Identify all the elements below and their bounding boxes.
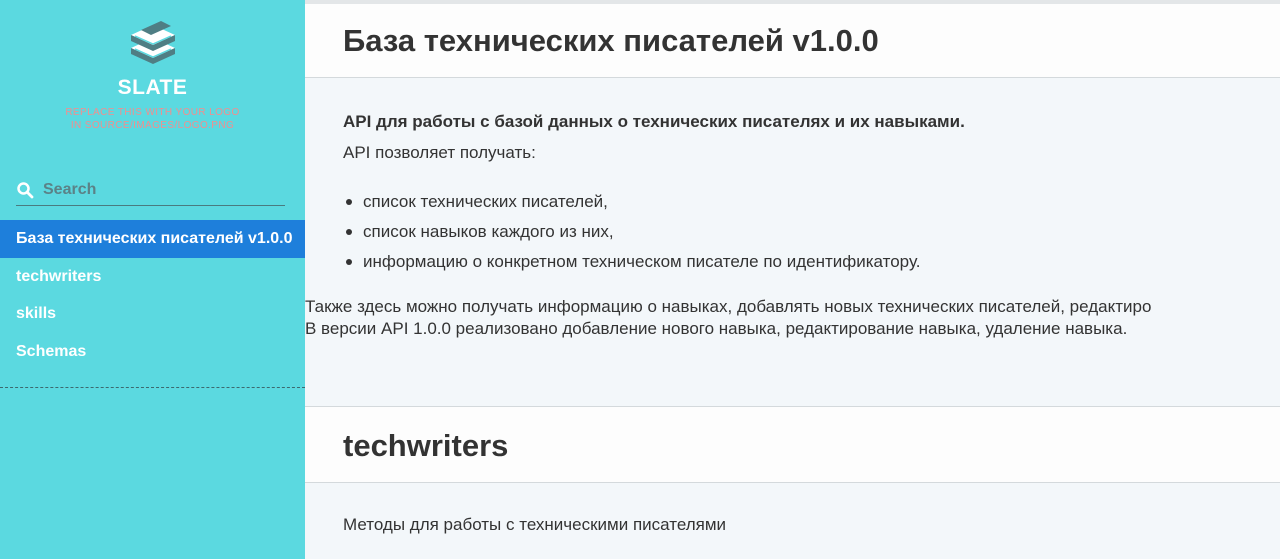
logo-text: SLATE [117,76,188,99]
search-input[interactable] [43,180,263,199]
section-description: Методы для работы с техническими писател… [343,515,727,534]
search-icon [17,181,34,198]
logo-note-line-2: IN SOURCE/IMAGES/LOGO.PNG [70,120,235,131]
list-item: список технических писателей, [343,191,920,221]
toc-item-skills[interactable]: skills [0,295,305,333]
list-item: список навыков каждого из них, [343,221,920,251]
page-title: База технических писателей v1.0.0 [343,23,879,58]
intro-bold-text: API для работы с базой данных о техничес… [343,112,965,131]
main-content: База технических писателей v1.0.0 API дл… [305,0,1280,559]
toc-item-api-title[interactable]: База технических писателей v1.0.0 [0,220,305,258]
section-title-techwriters: techwriters [343,428,509,463]
sidebar: SLATE REPLACE THIS WITH YOUR LOGO IN SOU… [0,0,305,559]
books-logo-icon [130,21,175,64]
logo: SLATE REPLACE THIS WITH YOUR LOGO IN SOU… [0,18,305,132]
toc-item-schemas[interactable]: Schemas [0,333,305,371]
sidebar-divider [0,387,305,388]
section-header-api: База технических писателей v1.0.0 [305,4,1280,78]
features-list: список технических писателей, список нав… [343,191,920,281]
intro-text: API позволяет получать: [343,143,536,162]
paragraph-version: В версии API 1.0.0 реализовано добавлени… [305,319,1128,338]
section-header-techwriters: techwriters [305,406,1280,483]
logo-note-line-1: REPLACE THIS WITH YOUR LOGO [65,107,240,118]
table-of-contents: База технических писателей v1.0.0 techwr… [0,220,305,370]
search-box [16,174,285,206]
list-item: информацию о конкретном техническом писа… [343,251,920,281]
toc-item-techwriters[interactable]: techwriters [0,258,305,296]
logo-placeholder-note: REPLACE THIS WITH YOUR LOGO IN SOURCE/IM… [0,106,305,132]
paragraph-features: Также здесь можно получать информацию о … [305,297,1152,316]
